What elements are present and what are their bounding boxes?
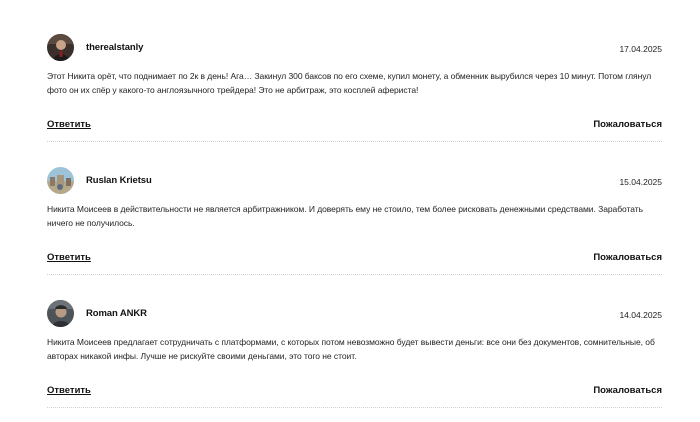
- comment-date: 17.04.2025: [619, 44, 662, 54]
- comment-author: Roman ANKR: [86, 307, 147, 319]
- comment-author: Ruslan Krietsu: [86, 174, 152, 186]
- avatar[interactable]: [47, 299, 74, 327]
- comment-item: therealstanly 17.04.2025 Этот Никита орё…: [47, 33, 662, 142]
- comment-actions: Ответить Пожаловаться: [47, 119, 662, 130]
- comment-date: 14.04.2025: [619, 310, 662, 320]
- report-link[interactable]: Пожаловаться: [593, 252, 662, 263]
- divider: [47, 407, 662, 408]
- comment-text: Никита Моисеев предлагает сотрудничать с…: [47, 337, 655, 361]
- comment-author: therealstanly: [86, 41, 144, 53]
- comment-text: Никита Моисеев в действительности не явл…: [47, 204, 643, 228]
- comment-header: Ruslan Krietsu 15.04.2025: [47, 166, 662, 194]
- avatar[interactable]: [47, 166, 74, 194]
- reply-link[interactable]: Ответить: [47, 385, 91, 396]
- avatar[interactable]: [47, 33, 74, 61]
- divider: [47, 141, 662, 142]
- reply-link[interactable]: Ответить: [47, 119, 91, 130]
- comment-actions: Ответить Пожаловаться: [47, 385, 662, 396]
- comment-actions: Ответить Пожаловаться: [47, 252, 662, 263]
- comment-header: therealstanly 17.04.2025: [47, 33, 662, 61]
- divider: [47, 274, 662, 275]
- report-link[interactable]: Пожаловаться: [593, 119, 662, 130]
- comment-text: Этот Никита орёт, что поднимает по 2к в …: [47, 71, 652, 95]
- comments-list: therealstanly 17.04.2025 Этот Никита орё…: [0, 0, 700, 422]
- comment-item: Ruslan Krietsu 15.04.2025 Никита Моисеев…: [47, 166, 662, 275]
- comment-item: Roman ANKR 14.04.2025 Никита Моисеев пре…: [47, 299, 662, 408]
- comment-header: Roman ANKR 14.04.2025: [47, 299, 662, 327]
- reply-link[interactable]: Ответить: [47, 252, 91, 263]
- comment-date: 15.04.2025: [619, 177, 662, 187]
- report-link[interactable]: Пожаловаться: [593, 385, 662, 396]
